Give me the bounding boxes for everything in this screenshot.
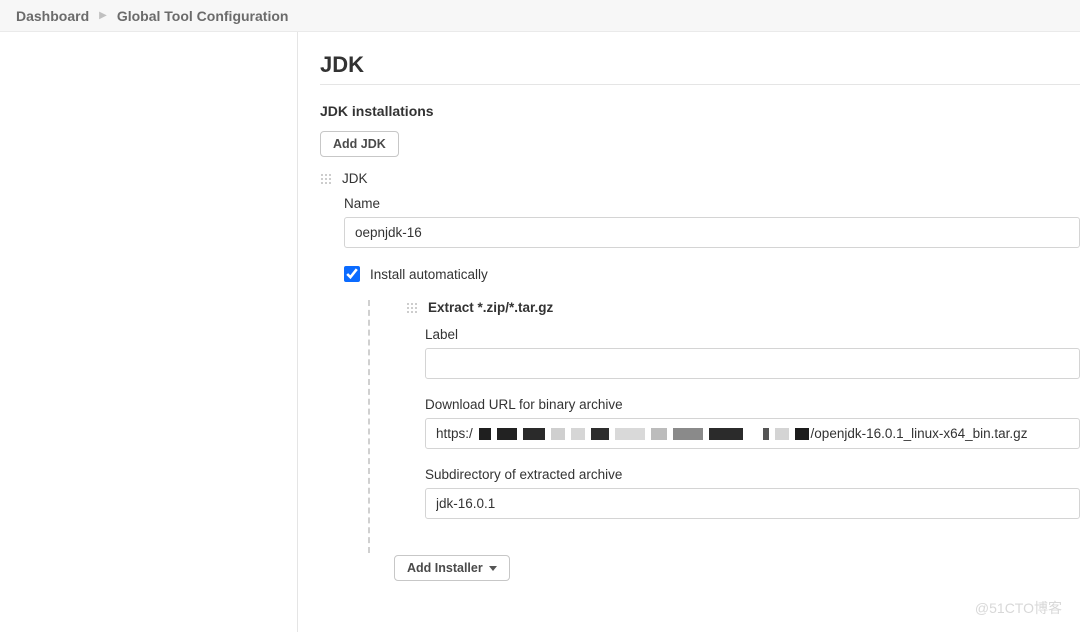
jdk-name-label: Name <box>344 196 1080 211</box>
section-title-jdk: JDK <box>320 52 1080 78</box>
breadcrumb-dashboard[interactable]: Dashboard <box>16 8 89 24</box>
installer-label-label: Label <box>425 327 1080 342</box>
install-automatically-checkbox[interactable] <box>344 266 360 282</box>
download-url-input[interactable]: https:/ <box>425 418 1080 449</box>
redacted-url-segment <box>479 428 809 440</box>
drag-handle-icon[interactable] <box>320 173 332 185</box>
install-automatically-label: Install automatically <box>370 267 488 282</box>
add-installer-button-label: Add Installer <box>407 561 483 575</box>
subdir-input[interactable] <box>425 488 1080 519</box>
chevron-right-icon: ▶ <box>99 10 107 21</box>
add-jdk-button[interactable]: Add JDK <box>320 131 399 157</box>
breadcrumb-global-tool-config[interactable]: Global Tool Configuration <box>117 8 289 24</box>
installer-block: Extract *.zip/*.tar.gz Label Download UR… <box>368 300 1080 553</box>
left-sidebar <box>0 32 298 632</box>
url-suffix-text: /openjdk-16.0.1_linux-x64_bin.tar.gz <box>811 426 1028 441</box>
jdk-name-input[interactable] <box>344 217 1080 248</box>
drag-handle-icon[interactable] <box>406 302 418 314</box>
installer-label-input[interactable] <box>425 348 1080 379</box>
jdk-instance-block: JDK Name Install automatically <box>320 171 1080 581</box>
url-prefix-text: https:/ <box>436 426 473 441</box>
installer-title: Extract *.zip/*.tar.gz <box>428 300 553 315</box>
chevron-down-icon <box>489 566 497 571</box>
add-installer-button[interactable]: Add Installer <box>394 555 510 581</box>
jdk-block-header: JDK <box>342 171 368 186</box>
download-url-label: Download URL for binary archive <box>425 397 1080 412</box>
subdir-label: Subdirectory of extracted archive <box>425 467 1080 482</box>
jdk-installations-label: JDK installations <box>320 103 1080 119</box>
section-divider <box>320 84 1080 85</box>
main-content: JDK JDK installations Add JDK JDK Name <box>298 32 1080 632</box>
breadcrumb: Dashboard ▶ Global Tool Configuration <box>0 0 1080 32</box>
